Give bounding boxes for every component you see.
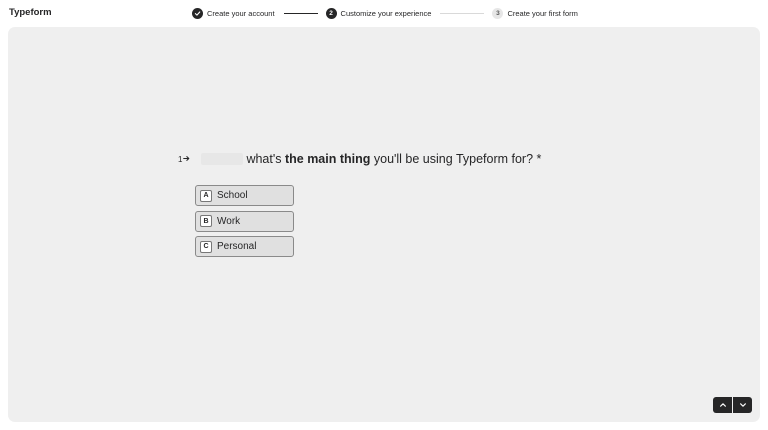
next-question-button[interactable]: [733, 397, 752, 413]
choice-key: C: [200, 240, 212, 253]
form-panel: [8, 27, 760, 422]
question-text: what's the main thing you'll be using Ty…: [246, 152, 542, 166]
choice-personal[interactable]: C Personal: [195, 236, 294, 257]
choice-school[interactable]: A School: [195, 185, 294, 206]
choice-label: Personal: [217, 241, 257, 252]
choice-label: Work: [217, 215, 241, 227]
choice-work[interactable]: B Work: [195, 210, 294, 232]
brand-logo: Typeform: [9, 7, 52, 18]
step-label: Customize your experience: [340, 9, 432, 18]
top-bar: Typeform Create your account 2 Customize…: [0, 0, 768, 27]
step-divider: [283, 13, 318, 14]
arrow-right-icon: [183, 155, 190, 164]
previous-question-button[interactable]: [713, 397, 732, 413]
chevron-down-icon: [739, 396, 747, 414]
step-customize-experience: 2 Customize your experience: [325, 8, 432, 19]
choice-key: A: [200, 189, 212, 202]
question-number: 1: [178, 155, 190, 164]
choice-key: B: [200, 215, 212, 227]
choice-label: School: [217, 190, 248, 201]
chevron-up-icon: [719, 396, 727, 414]
onboarding-steps: Create your account 2 Customize your exp…: [192, 7, 578, 20]
step-number: 2: [325, 8, 337, 19]
step-divider: [440, 13, 485, 14]
question: 1 what's the main thing you'll be using …: [178, 152, 541, 166]
blurred-name: [201, 153, 244, 165]
step-create-first-form: 3 Create your first form: [492, 8, 578, 19]
step-create-account: Create your account: [192, 8, 275, 19]
question-navigation: [713, 397, 752, 413]
step-label: Create your account: [207, 9, 275, 18]
check-icon: [192, 8, 203, 19]
choice-list: A School B Work C Personal: [195, 185, 294, 262]
step-number: 3: [492, 8, 504, 19]
step-label: Create your first form: [507, 9, 578, 18]
